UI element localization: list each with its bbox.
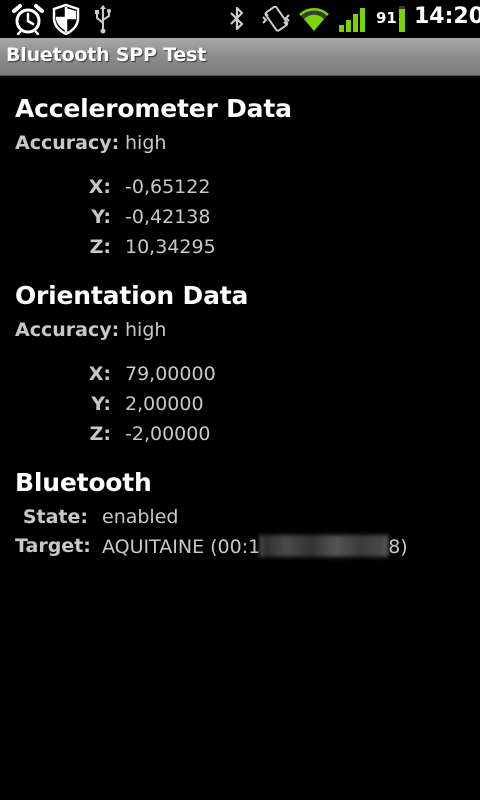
accelerometer-x-value: -0,65122	[125, 176, 211, 198]
vibrate-icon	[260, 3, 292, 35]
orientation-x-label: X:	[88, 363, 111, 385]
orientation-z-value: -2,00000	[125, 423, 211, 445]
bluetooth-icon	[226, 3, 248, 35]
accelerometer-x-label: X:	[88, 176, 111, 198]
battery-percent: 91	[376, 9, 397, 27]
battery-icon	[397, 3, 407, 35]
title-bar: Bluetooth SPP Test	[0, 38, 480, 76]
accelerometer-z-value: 10,34295	[125, 236, 216, 258]
bluetooth-target-prefix: AQUITAINE (00:1	[102, 536, 261, 558]
alarm-clock-icon	[10, 3, 46, 35]
orientation-y-label: Y:	[91, 393, 111, 415]
orientation-z-label: Z:	[89, 423, 111, 445]
bluetooth-target-suffix: 8)	[388, 536, 408, 558]
accelerometer-y-label: Y:	[91, 206, 111, 228]
orientation-x-value: 79,00000	[125, 363, 216, 385]
accelerometer-heading: Accelerometer Data	[15, 94, 292, 123]
clock: 14:20	[414, 4, 480, 29]
orientation-accuracy-label: Accuracy:	[15, 319, 120, 341]
bluetooth-state-label: State:	[22, 506, 88, 528]
bluetooth-target-value: AQUITAINE (00:1 8)	[102, 535, 408, 558]
bluetooth-target-label: Target:	[15, 535, 91, 557]
accelerometer-z-label: Z:	[89, 236, 111, 258]
orientation-y-value: 2,00000	[125, 393, 204, 415]
orientation-heading: Orientation Data	[15, 281, 249, 310]
app-title: Bluetooth SPP Test	[6, 44, 207, 66]
bluetooth-heading: Bluetooth	[15, 468, 152, 497]
wifi-icon	[298, 3, 330, 35]
signal-icon	[338, 3, 366, 35]
usb-icon	[92, 3, 114, 35]
orientation-accuracy-value: high	[125, 319, 167, 341]
accelerometer-y-value: -0,42138	[125, 206, 211, 228]
bluetooth-state-value: enabled	[102, 506, 179, 528]
redacted-address-block	[260, 535, 389, 557]
accelerometer-accuracy-value: high	[125, 132, 167, 154]
accelerometer-accuracy-label: Accuracy:	[15, 132, 120, 154]
shield-icon	[51, 3, 81, 35]
status-bar: 91 14:20	[0, 0, 480, 38]
